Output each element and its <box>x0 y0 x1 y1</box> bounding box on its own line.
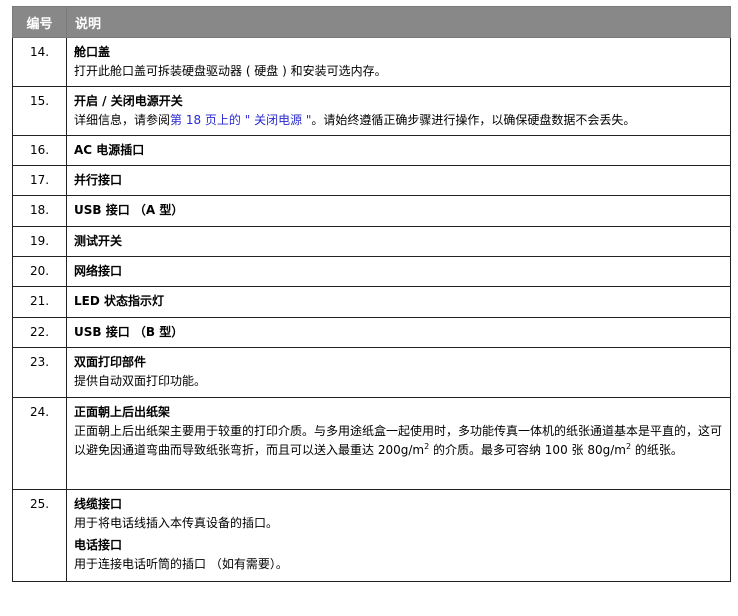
table-row: 18. USB 接口 （A 型） <box>12 195 731 227</box>
row-number: 22. <box>12 317 67 348</box>
row-text-secondary: 用于连接电话听筒的插口 （如有需要）。 <box>74 557 288 571</box>
row-number: 17. <box>12 165 67 196</box>
row-description: LED 状态指示灯 <box>66 286 731 318</box>
text-post: 。请始终遵循正确步骤进行操作，以确保硬盘数据不会丢失。 <box>311 113 636 127</box>
header-row: 编号 说明 <box>12 6 731 38</box>
text-part-b: 的介质。最多可容纳 100 张 80g/m <box>429 443 626 457</box>
table-row: 19. 测试开关 <box>12 226 731 257</box>
table-row: 17. 并行接口 <box>12 165 731 196</box>
row-description: 网络接口 <box>66 256 731 287</box>
row-description: USB 接口 （B 型） <box>66 317 731 348</box>
row-title: 开启 / 关闭电源开关 <box>74 94 183 108</box>
row-number: 16. <box>12 135 67 166</box>
row-number: 14. <box>12 37 67 87</box>
table-row: 20. 网络接口 <box>12 256 731 287</box>
row-title: 舱口盖 <box>74 45 111 59</box>
row-number: 20. <box>12 256 67 287</box>
row-text: 详细信息，请参阅第 18 页上的 " 关闭电源 "。请始终遵循正确步骤进行操作，… <box>74 111 722 130</box>
row-title: 正面朝上后出纸架 <box>74 405 171 419</box>
row-title: USB 接口 （B 型） <box>74 325 184 339</box>
row-title: 网络接口 <box>74 264 123 278</box>
row-text: 提供自动双面打印功能。 <box>74 374 207 388</box>
row-description: 开启 / 关闭电源开关 详细信息，请参阅第 18 页上的 " 关闭电源 "。请始… <box>66 86 731 136</box>
row-title: 并行接口 <box>74 173 123 187</box>
header-description: 说明 <box>66 6 731 38</box>
row-title: 测试开关 <box>74 234 123 248</box>
table-row: 22. USB 接口 （B 型） <box>12 317 731 348</box>
row-description: 双面打印部件 提供自动双面打印功能。 <box>66 347 731 398</box>
row-title-secondary: 电话接口 <box>74 538 123 552</box>
row-text: 打开此舱口盖可拆装硬盘驱动器 ( 硬盘 ) 和安装可选内存。 <box>74 64 387 78</box>
row-title: LED 状态指示灯 <box>74 294 164 308</box>
row-number: 23. <box>12 347 67 398</box>
row-description: 线缆接口 用于将电话线插入本传真设备的插口。 电话接口 用于连接电话听筒的插口 … <box>66 489 731 582</box>
header-number: 编号 <box>12 6 67 38</box>
rear-panel-table: 编号 说明 14. 舱口盖 打开此舱口盖可拆装硬盘驱动器 ( 硬盘 ) 和安装可… <box>12 6 731 582</box>
row-number: 15. <box>12 86 67 136</box>
row-number: 18. <box>12 195 67 227</box>
row-text: 用于将电话线插入本传真设备的插口。 <box>74 516 279 530</box>
row-title: 线缆接口 <box>74 497 123 511</box>
text-pre: 详细信息，请参阅 <box>74 113 171 127</box>
table-row: 21. LED 状态指示灯 <box>12 286 731 318</box>
row-number: 21. <box>12 286 67 318</box>
text-part-c: 的纸张。 <box>631 443 683 457</box>
row-title: 双面打印部件 <box>74 355 147 369</box>
row-title: AC 电源插口 <box>74 143 145 157</box>
spec-table-container: 编号 说明 14. 舱口盖 打开此舱口盖可拆装硬盘驱动器 ( 硬盘 ) 和安装可… <box>12 6 731 582</box>
row-description: 并行接口 <box>66 165 731 196</box>
table-row: 24. 正面朝上后出纸架 正面朝上后出纸架主要用于较重的打印介质。与多用途纸盒一… <box>12 397 731 490</box>
row-description: 测试开关 <box>66 226 731 257</box>
row-title: USB 接口 （A 型） <box>74 203 184 217</box>
row-description: USB 接口 （A 型） <box>66 195 731 227</box>
row-text: 正面朝上后出纸架主要用于较重的打印介质。与多用途纸盒一起使用时，多功能传真一体机… <box>74 422 722 460</box>
row-description: AC 电源插口 <box>66 135 731 166</box>
page-reference-link[interactable]: 第 18 页上的 " 关闭电源 " <box>170 113 311 127</box>
row-description: 正面朝上后出纸架 正面朝上后出纸架主要用于较重的打印介质。与多用途纸盒一起使用时… <box>66 397 731 490</box>
table-row: 16. AC 电源插口 <box>12 135 731 166</box>
table-row: 25. 线缆接口 用于将电话线插入本传真设备的插口。 电话接口 用于连接电话听筒… <box>12 489 731 582</box>
row-description: 舱口盖 打开此舱口盖可拆装硬盘驱动器 ( 硬盘 ) 和安装可选内存。 <box>66 37 731 87</box>
row-number: 25. <box>12 489 67 582</box>
row-number: 19. <box>12 226 67 257</box>
table-row: 23. 双面打印部件 提供自动双面打印功能。 <box>12 347 731 398</box>
table-row: 14. 舱口盖 打开此舱口盖可拆装硬盘驱动器 ( 硬盘 ) 和安装可选内存。 <box>12 37 731 87</box>
row-number: 24. <box>12 397 67 490</box>
table-row: 15. 开启 / 关闭电源开关 详细信息，请参阅第 18 页上的 " 关闭电源 … <box>12 86 731 136</box>
